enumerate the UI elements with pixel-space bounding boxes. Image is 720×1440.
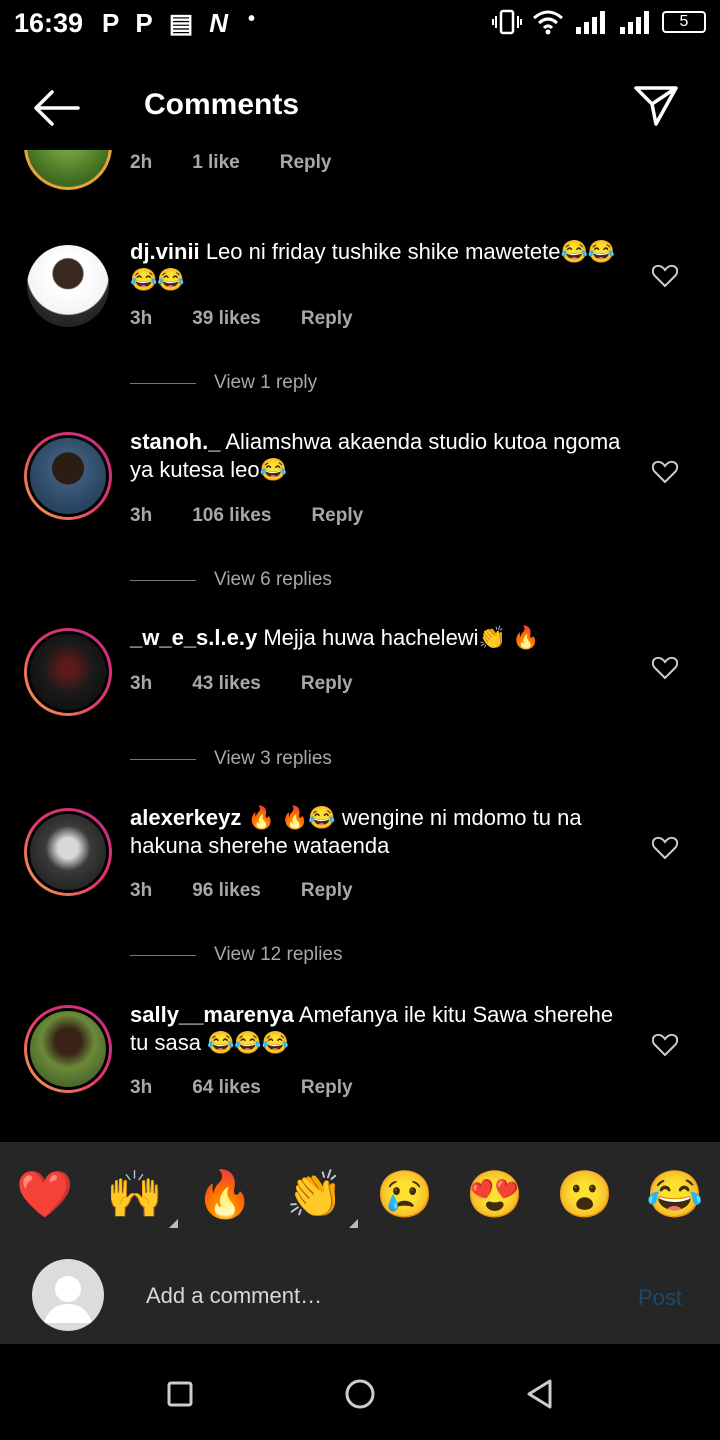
comment-body: _w_e_s.l.e.y Mejja huwa hachelewi👏 🔥 xyxy=(130,624,630,652)
status-app-icons: P P ▤ N • xyxy=(102,8,255,39)
comment-meta: 3h 106 likes Reply xyxy=(130,505,403,527)
heart-icon[interactable] xyxy=(652,264,678,288)
reaction-wow[interactable]: 😮 xyxy=(550,1167,620,1222)
comment-composer: Post xyxy=(0,1247,720,1344)
reaction-heart-eyes[interactable]: 😍 xyxy=(460,1167,530,1222)
heart-icon[interactable] xyxy=(652,1033,678,1057)
comments-list[interactable]: 2h 1 like Reply dj.vinii Leo ni friday t… xyxy=(0,150,720,1140)
clap-icon: 👏 xyxy=(286,1168,344,1220)
post-button[interactable]: Post xyxy=(638,1285,682,1311)
avatar[interactable] xyxy=(24,1005,112,1093)
reply-button[interactable]: Reply xyxy=(280,152,332,174)
reaction-cry[interactable]: 😢 xyxy=(370,1167,440,1222)
comment-body: stanoh._ Aliamshwa akaenda studio kutoa … xyxy=(130,428,630,484)
avatar[interactable] xyxy=(24,150,112,190)
reaction-clap[interactable]: 👏 xyxy=(280,1167,358,1228)
back-icon[interactable] xyxy=(520,1374,560,1414)
comment-time: 3h xyxy=(130,505,153,526)
raised-hands-icon: 🙌 xyxy=(106,1168,164,1220)
comment-text: Leo ni friday tushike shike mawetete😂😂😂😂 xyxy=(130,239,616,292)
view-replies-label: View 3 replies xyxy=(214,748,332,769)
comment-username[interactable]: dj.vinii xyxy=(130,239,200,264)
comment-username[interactable]: _w_e_s.l.e.y xyxy=(130,625,257,650)
comment-time: 3h xyxy=(130,673,153,694)
reaction-raised-hands[interactable]: 🙌 xyxy=(100,1167,178,1228)
battery-level: 5 xyxy=(679,13,689,30)
home-icon[interactable] xyxy=(340,1374,380,1414)
reaction-laugh[interactable]: 😂 xyxy=(640,1167,710,1222)
view-replies-button[interactable]: View 6 replies xyxy=(130,569,332,591)
comment-meta: 3h 64 likes Reply xyxy=(130,1077,393,1099)
comment-likes[interactable]: 106 likes xyxy=(192,505,271,527)
comment-likes[interactable]: 64 likes xyxy=(192,1077,261,1099)
signal-icon xyxy=(576,11,605,34)
user-avatar xyxy=(32,1259,104,1331)
quick-reactions-bar: ❤️ 🙌 🔥 👏 😢 😍 😮 😂 xyxy=(0,1142,720,1247)
app-p-icon: P xyxy=(135,8,153,38)
page-title: Comments xyxy=(144,88,300,121)
heart-icon[interactable] xyxy=(652,460,678,484)
heart-icon[interactable] xyxy=(652,836,678,860)
system-nav-bar xyxy=(0,1344,720,1440)
comment-meta: 3h 39 likes Reply xyxy=(130,308,393,330)
avatar[interactable] xyxy=(24,432,112,520)
avatar[interactable] xyxy=(24,242,112,330)
vibrate-icon xyxy=(492,9,522,35)
view-replies-button[interactable]: View 1 reply xyxy=(130,372,317,394)
reply-button[interactable]: Reply xyxy=(301,673,353,695)
partial-comment: 2h 1 like Reply xyxy=(0,150,720,192)
status-indicators: 5 xyxy=(492,9,706,35)
comment-meta: 3h 43 likes Reply xyxy=(130,673,393,695)
comment-body: alexerkeyz 🔥 🔥😂 wengine ni mdomo tu na h… xyxy=(130,804,630,860)
status-dot: • xyxy=(248,8,256,30)
comment-meta: 2h 1 like Reply xyxy=(130,152,331,174)
comment-body: dj.vinii Leo ni friday tushike shike maw… xyxy=(130,238,630,294)
signal-icon xyxy=(620,11,649,34)
view-replies-button[interactable]: View 3 replies xyxy=(130,748,332,770)
comment-body: sally__marenya Amefanya ile kitu Sawa sh… xyxy=(130,1001,630,1057)
status-bar: 16:39 P P ▤ N • 5 xyxy=(0,0,720,50)
avatar[interactable] xyxy=(24,628,112,716)
reaction-heart[interactable]: ❤️ xyxy=(10,1167,80,1222)
comment-input[interactable] xyxy=(144,1277,618,1315)
comment-time: 3h xyxy=(130,1077,153,1098)
comment-meta: 3h 96 likes Reply xyxy=(130,880,393,902)
comment-username[interactable]: stanoh._ xyxy=(130,429,220,454)
comment-time: 3h xyxy=(130,880,153,901)
reaction-fire[interactable]: 🔥 xyxy=(190,1167,260,1222)
comment-likes[interactable]: 43 likes xyxy=(192,673,261,695)
app-n-icon: N xyxy=(209,8,229,38)
battery-icon: 5 xyxy=(662,11,706,33)
view-replies-button[interactable]: View 12 replies xyxy=(130,944,343,966)
back-arrow-icon[interactable] xyxy=(32,90,80,126)
header: Comments xyxy=(0,60,720,155)
view-replies-label: View 12 replies xyxy=(214,944,343,965)
view-replies-label: View 6 replies xyxy=(214,569,332,590)
recents-icon[interactable] xyxy=(160,1374,200,1414)
comment-text: Mejja huwa hachelewi👏 🔥 xyxy=(263,625,540,650)
reply-button[interactable]: Reply xyxy=(301,308,353,330)
comment-username[interactable]: alexerkeyz xyxy=(130,805,241,830)
comment-time: 2h xyxy=(130,152,153,173)
reply-button[interactable]: Reply xyxy=(311,505,363,527)
status-time: 16:39 xyxy=(14,8,84,38)
view-replies-label: View 1 reply xyxy=(214,372,318,393)
reply-button[interactable]: Reply xyxy=(301,1077,353,1099)
reply-button[interactable]: Reply xyxy=(301,880,353,902)
comment-time: 3h xyxy=(130,308,153,329)
avatar[interactable] xyxy=(24,808,112,896)
comment-likes[interactable]: 39 likes xyxy=(192,308,261,330)
app-p-icon: P xyxy=(102,8,120,38)
wifi-icon xyxy=(533,10,563,35)
comment-username[interactable]: sally__marenya xyxy=(130,1002,294,1027)
share-icon[interactable] xyxy=(632,82,680,130)
comment-likes[interactable]: 96 likes xyxy=(192,880,261,902)
heart-icon[interactable] xyxy=(652,656,678,680)
default-avatar-icon xyxy=(44,1276,92,1323)
comment-likes[interactable]: 1 like xyxy=(192,152,240,174)
app-news-icon: ▤ xyxy=(168,8,194,38)
